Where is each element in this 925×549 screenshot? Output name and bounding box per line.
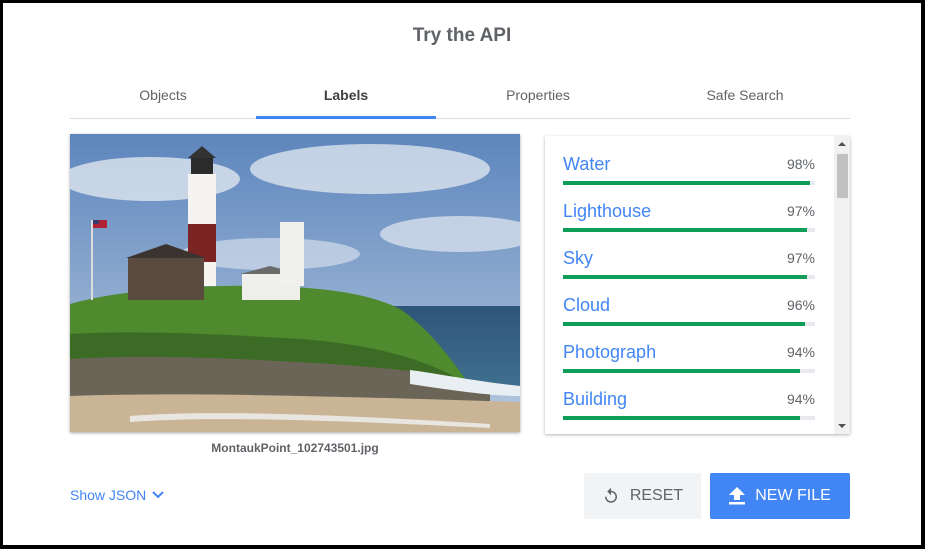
score-bar xyxy=(563,369,815,373)
label-name: Sky xyxy=(563,248,594,268)
label-name: Lighthouse xyxy=(563,201,652,221)
label-name: Cloud xyxy=(563,295,611,315)
uploaded-image xyxy=(70,134,520,432)
label-score: 97% xyxy=(786,203,815,219)
tab-safe-search[interactable]: Safe Search xyxy=(640,81,850,118)
upload-icon xyxy=(729,487,746,505)
scroll-down-arrow-icon[interactable] xyxy=(838,424,846,428)
new-file-label: NEW FILE xyxy=(755,487,831,504)
label-score: 94% xyxy=(786,391,815,407)
show-json-label: Show JSON xyxy=(70,487,147,503)
score-bar-fill xyxy=(563,369,800,373)
image-filename: MontaukPoint_102743501.jpg xyxy=(211,441,379,455)
new-file-button[interactable]: NEW FILE xyxy=(710,473,850,519)
score-bar-fill xyxy=(563,322,805,326)
label-item[interactable]: Cloud 96% xyxy=(563,295,815,342)
labels-scrollbar[interactable] xyxy=(834,136,850,434)
score-bar xyxy=(563,228,815,232)
label-name: Photograph xyxy=(563,342,657,362)
page-title: Try the API xyxy=(412,25,512,46)
label-item[interactable]: Building 94% xyxy=(563,389,815,434)
tab-labels[interactable]: Labels xyxy=(256,81,436,119)
score-bar-fill xyxy=(563,275,808,279)
score-bar xyxy=(563,275,815,279)
score-bar-fill xyxy=(563,228,808,232)
label-name: Water xyxy=(563,154,611,174)
tab-bar: Objects Labels Properties Safe Search xyxy=(70,81,850,119)
label-item[interactable]: Lighthouse 97% xyxy=(563,201,815,248)
score-bar xyxy=(563,416,815,420)
show-json-toggle[interactable]: Show JSON xyxy=(70,487,164,503)
score-bar xyxy=(563,181,815,185)
score-bar-fill xyxy=(563,181,810,185)
reset-label: RESET xyxy=(629,487,684,504)
label-item[interactable]: Water 98% xyxy=(563,154,815,201)
score-bar-fill xyxy=(563,416,800,420)
label-score: 98% xyxy=(786,156,815,172)
score-bar xyxy=(563,322,815,326)
scroll-up-arrow-icon[interactable] xyxy=(838,142,846,146)
api-demo-card: Try the API Objects Labels Properties Sa… xyxy=(3,3,921,545)
reset-icon xyxy=(604,487,617,503)
reset-button[interactable]: RESET xyxy=(584,473,701,519)
tab-objects[interactable]: Objects xyxy=(70,81,256,118)
tab-properties[interactable]: Properties xyxy=(436,81,640,118)
scroll-thumb[interactable] xyxy=(837,154,848,198)
labels-list: Water 98% Lighthouse 97% Sky 97% Cloud 9… xyxy=(545,136,850,434)
label-score: 97% xyxy=(786,250,815,266)
label-score: 94% xyxy=(786,344,815,360)
label-name: Building xyxy=(563,389,628,409)
label-item[interactable]: Photograph 94% xyxy=(563,342,815,389)
label-score: 96% xyxy=(786,297,815,313)
chevron-down-icon xyxy=(152,491,164,499)
label-item[interactable]: Sky 97% xyxy=(563,248,815,295)
